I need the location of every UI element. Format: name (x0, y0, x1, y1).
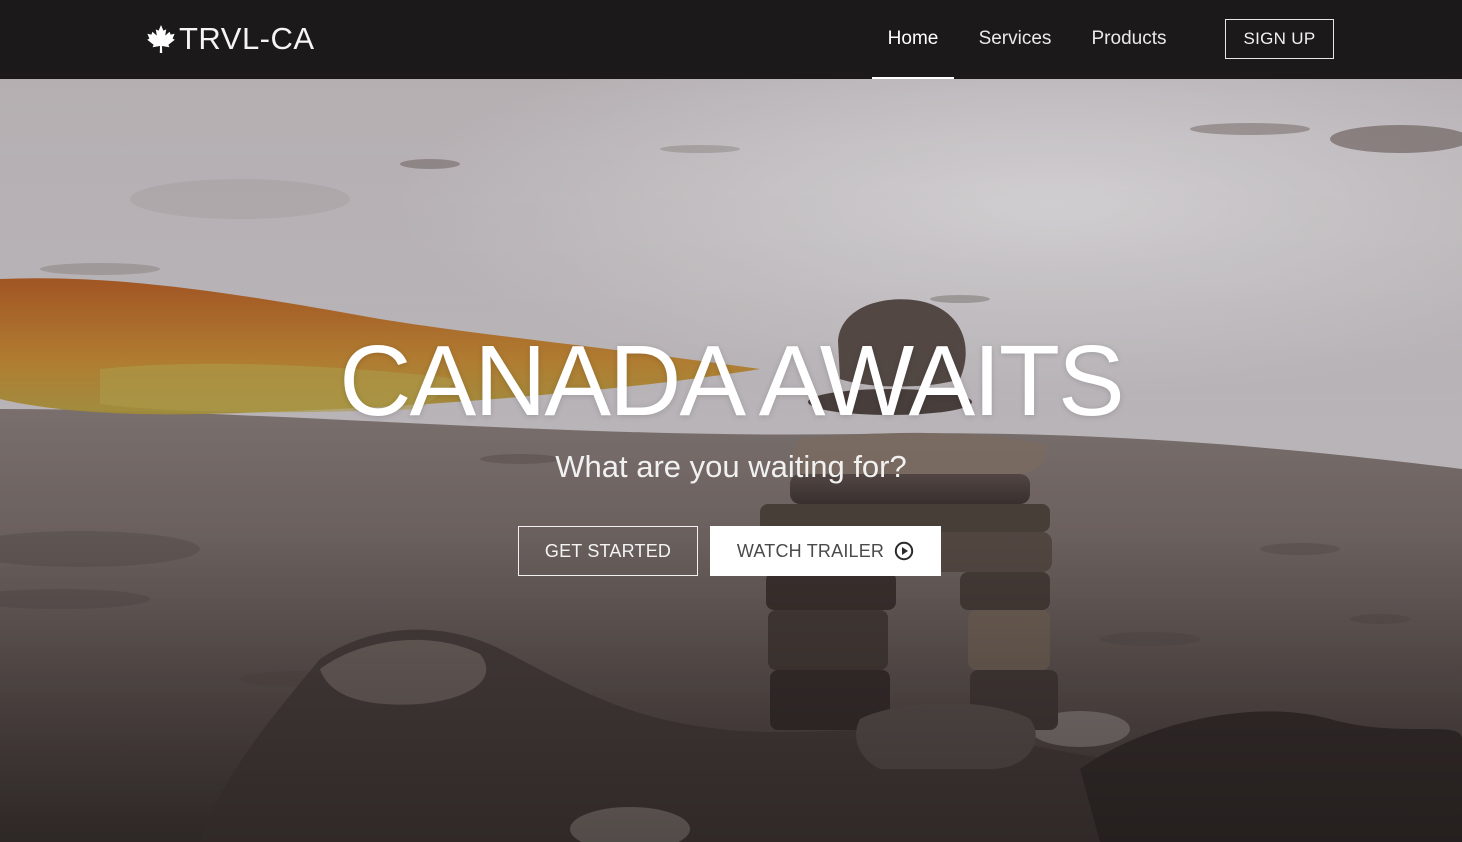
get-started-button[interactable]: GET STARTED (518, 526, 698, 576)
watch-trailer-label: WATCH TRAILER (736, 540, 885, 561)
maple-leaf-icon (145, 23, 177, 55)
sign-up-button[interactable]: SIGN UP (1225, 19, 1334, 59)
navbar: TRVL-CA Home Services Products SIGN UP (0, 0, 1462, 79)
nav-item-home[interactable]: Home (872, 0, 954, 79)
nav-item-services[interactable]: Services (966, 0, 1064, 79)
hero-section: CANADA AWAITS What are you waiting for? … (0, 79, 1462, 842)
hero-subtitle: What are you waiting for? (555, 449, 907, 484)
hero-title: CANADA AWAITS (339, 325, 1124, 437)
watch-trailer-button[interactable]: WATCH TRAILER (710, 526, 941, 576)
brand-logo[interactable]: TRVL-CA (145, 18, 315, 60)
brand-name: TRVL-CA (179, 21, 315, 56)
nav-item-products[interactable]: Products (1078, 0, 1180, 79)
play-circle-icon (894, 541, 914, 561)
